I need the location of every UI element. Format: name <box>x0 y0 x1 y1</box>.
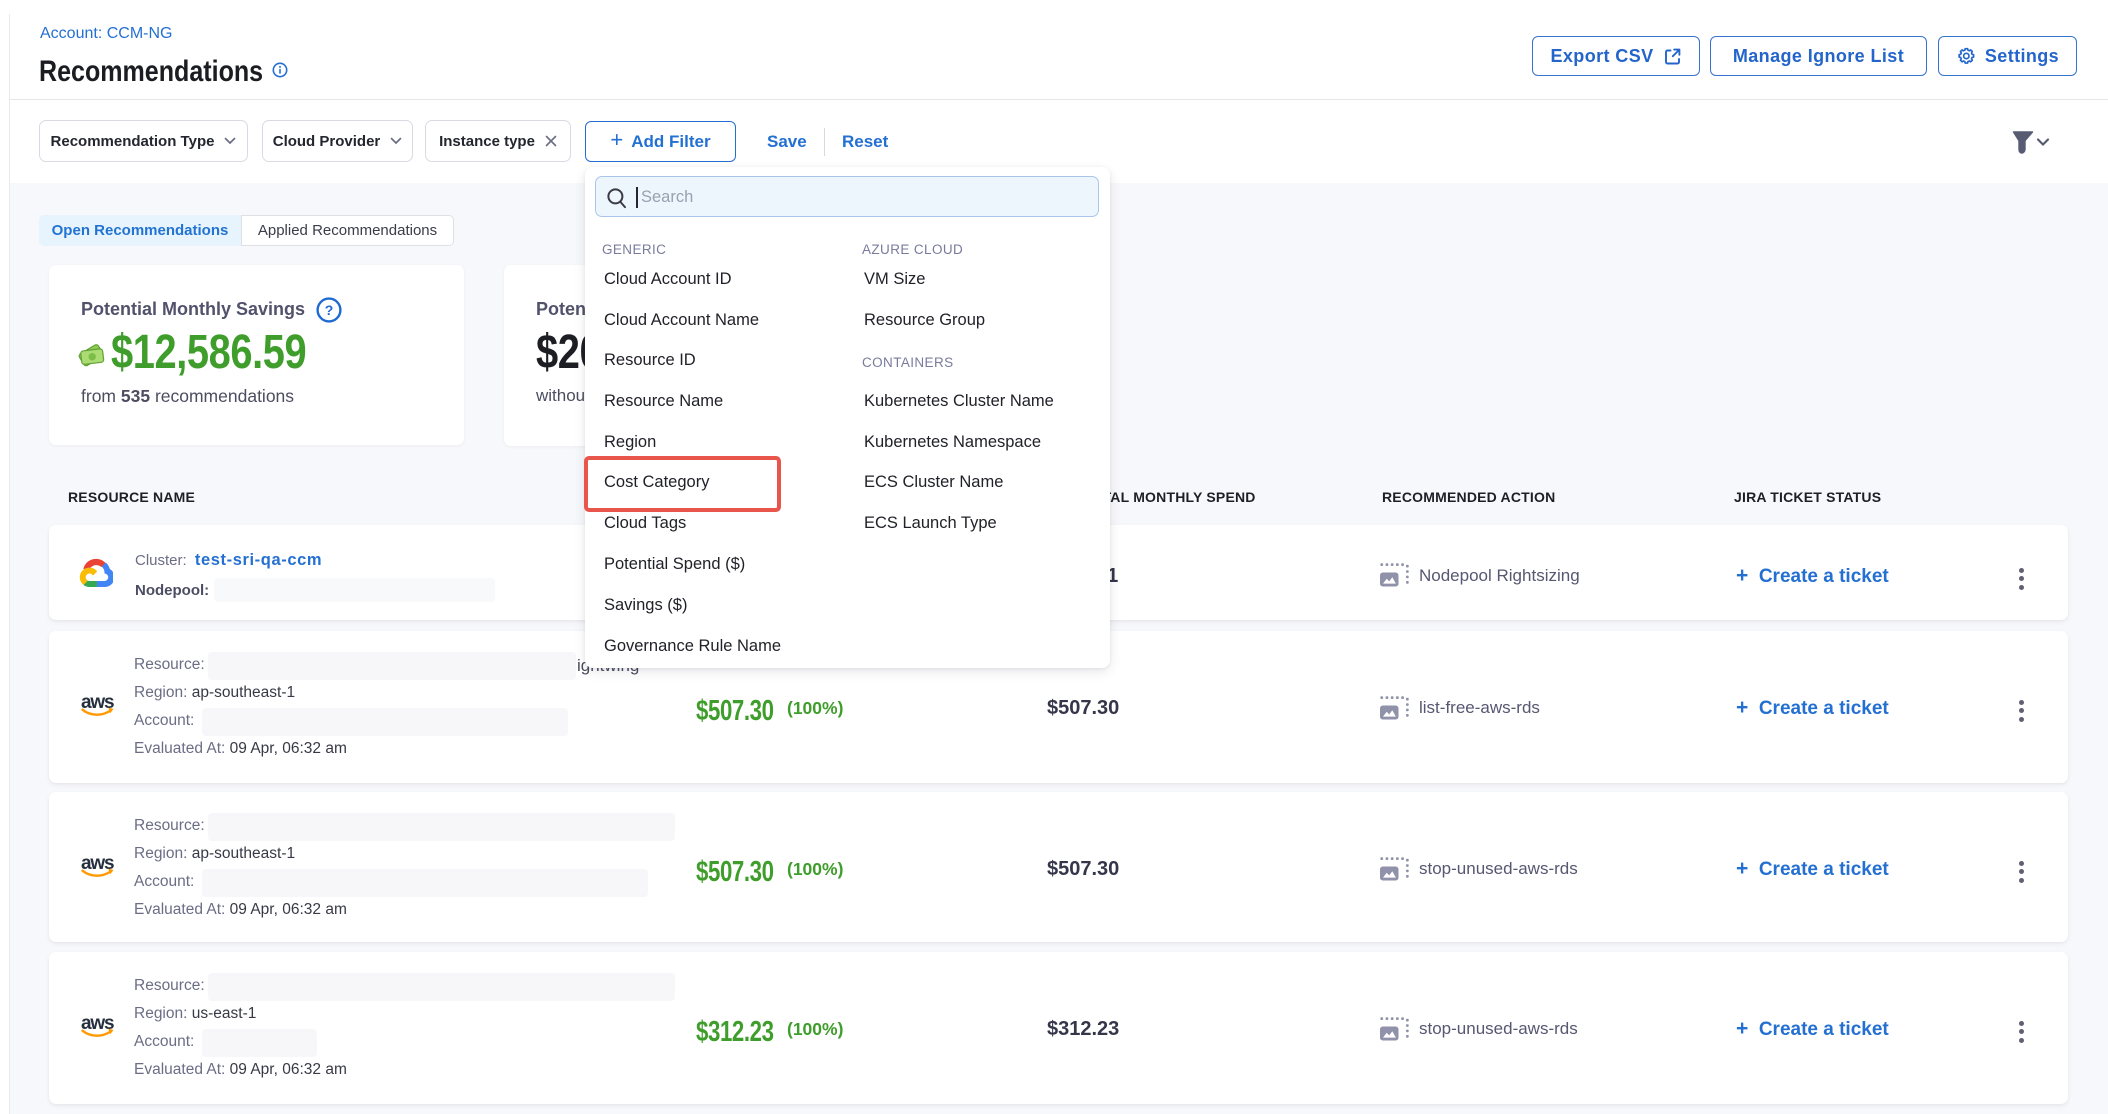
svg-text:?: ? <box>325 302 334 318</box>
